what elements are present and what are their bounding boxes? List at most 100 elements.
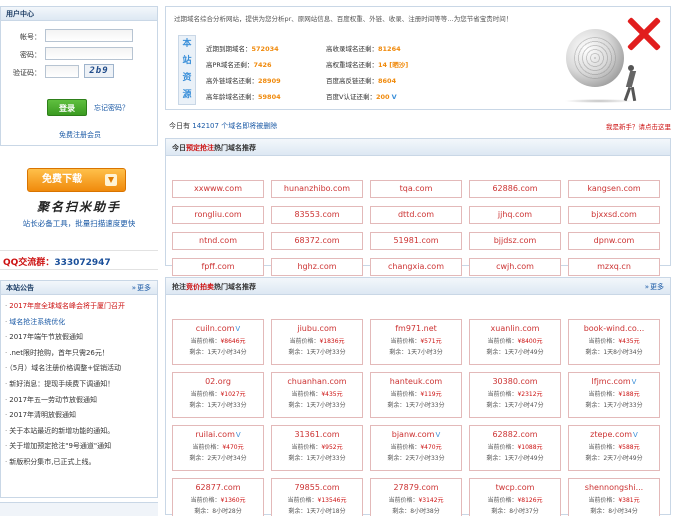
notice-item[interactable]: 新好消息：提现手续费下调通知！ [5,377,154,393]
hot-domain-link[interactable]: dttd.com [370,206,462,224]
auction-domain[interactable]: ztepe.comV [569,430,659,439]
auction-remaining: 剩余：8小时37分 [470,506,560,515]
auction-item[interactable]: cuiln.comV 当前价格：¥8646元 剩余：1天7小时34分 [172,319,264,365]
auction-item[interactable]: twcp.com 当前价格：¥8126元 剩余：8小时37分 [469,478,561,516]
hot-domain-link[interactable]: bjxxsd.com [568,206,660,224]
auction-item[interactable]: 30380.com 当前价格：¥2312元 剩余：1天7小时47分 [469,372,561,418]
auction-domain[interactable]: 30380.com [470,377,560,386]
notice-item[interactable]: （5月）域名注册价格调整+促销活动 [5,361,154,377]
auction-domain[interactable]: chuanhan.com [272,377,362,386]
captcha-input[interactable] [45,65,79,78]
auction-item[interactable]: chuanhan.com 当前价格：¥435元 剩余：1天7小时33分 [271,372,363,418]
price-label: 当前价格： [487,338,518,345]
auction-domain[interactable]: 79855.com [272,483,362,492]
hot-domain-link[interactable]: jjhq.com [469,206,561,224]
hot-domain-link[interactable]: ntnd.com [172,232,264,250]
auction-item[interactable]: book-wind.co... 当前价格：¥435元 剩余：1天8小时34分 [568,319,660,365]
hot-domain-link[interactable]: tqa.com [370,180,462,198]
deleting-count[interactable]: 142107 [192,122,219,130]
auction-item[interactable]: jiubu.com 当前价格：¥1836元 剩余：1天7小时33分 [271,319,363,365]
stat-high-index[interactable]: 高收录域名还剩：81264 [326,43,401,53]
auction-item[interactable]: shennongshi... 当前价格：¥381元 剩余：8小时34分 [568,478,660,516]
password-input[interactable] [45,47,133,60]
notice-item[interactable]: 关于本站最近的新增功能的通知。 [5,424,154,440]
stat-high-pr[interactable]: 高PR域名还剩：7426 [206,59,272,69]
stat-high-links[interactable]: 高外链域名还剩：28909 [206,75,281,85]
deleting-suffix[interactable]: 个域名即将被删除 [221,122,277,130]
hot-domain-link[interactable]: hghz.com [271,258,363,276]
auction-domain[interactable]: bjanw.comV [371,430,461,439]
captcha-image[interactable]: 2b9 [84,64,114,78]
auction-item[interactable]: 27879.com 当前价格：¥3142元 剩余：8小时38分 [370,478,462,516]
auction-item[interactable]: fm971.net 当前价格：¥571元 剩余：1天7小时3分 [370,319,462,365]
notice-item[interactable]: 2017年清明放假通知 [5,408,154,424]
auction-item[interactable]: 02.org 当前价格：¥1027元 剩余：1天7小时33分 [172,372,264,418]
auction-item[interactable]: hanteuk.com 当前价格：¥119元 剩余：1天7小时33分 [370,372,462,418]
auction-domain[interactable]: lfjmc.comV [569,377,659,386]
auction-item[interactable]: 31361.com 当前价格：¥952元 剩余：1天7小时33分 [271,425,363,471]
auction-more-link[interactable]: 更多 [645,282,664,292]
auction-item[interactable]: 79855.com 当前价格：¥13546元 剩余：1天7小时18分 [271,478,363,516]
hot-domain-link[interactable]: mzxq.cn [568,258,660,276]
hot-domain-link[interactable]: kangsen.com [568,180,660,198]
auction-item[interactable]: lfjmc.comV 当前价格：¥188元 剩余：1天7小时33分 [568,372,660,418]
hot-domain-link[interactable]: fpff.com [172,258,264,276]
auction-domain[interactable]: jiubu.com [272,324,362,333]
notice-item[interactable]: 2017年端午节放假通知 [5,330,154,346]
auction-item[interactable]: 62882.com 当前价格：¥1088元 剩余：1天7小时49分 [469,425,561,471]
auction-domain[interactable]: twcp.com [470,483,560,492]
auction-domain-text: ruilai.com [195,430,235,439]
auction-domain[interactable]: 27879.com [371,483,461,492]
hot-domain-link[interactable]: cwjh.com [469,258,561,276]
auction-domain[interactable]: 62877.com [173,483,263,492]
auction-domain[interactable]: 02.org [173,377,263,386]
login-button[interactable]: 登录 [47,99,87,116]
hot-domain-link[interactable]: 51981.com [370,232,462,250]
stat-baidu-backlinks[interactable]: 百度高反链还剩：8604 [326,75,396,85]
free-download-button[interactable]: 免费下载 [27,168,126,192]
hot-domain-link[interactable]: bjjdsz.com [469,232,561,250]
notice-item[interactable]: 2017年度全球域名峰会将于厦门召开 [5,299,154,315]
notice-more-link[interactable]: 更多 [132,283,151,293]
hot-domain-link[interactable]: 62886.com [469,180,561,198]
notice-item[interactable]: 2017年五一劳动节放假通知 [5,393,154,409]
hot-domain-link[interactable]: 68372.com [271,232,363,250]
stat-high-age[interactable]: 高年龄域名还剩：59804 [206,91,281,101]
notice-item[interactable]: 新版积分集市,已正式上线。 [5,455,154,471]
hot-domain-link[interactable]: rongliu.com [172,206,264,224]
notice-item[interactable]: .net限时抢购，首年只需26元！ [5,346,154,362]
auction-domain[interactable]: hanteuk.com [371,377,461,386]
auction-domain[interactable]: shennongshi... [569,483,659,492]
notice-item[interactable]: 关于增加预定抢注"9号通道"通知 [5,439,154,455]
sculpture-shadow [564,99,634,103]
close-x-icon[interactable] [624,13,664,53]
auction-domain[interactable]: 31361.com [272,430,362,439]
auction-domain[interactable]: cuiln.comV [173,324,263,333]
hot-domain-link[interactable]: 83553.com [271,206,363,224]
forgot-password-link[interactable]: 忘记密码？ [94,103,129,113]
newbie-help-link[interactable]: 我是新手？请点击这里 [606,121,671,131]
hot-domain-link[interactable]: xxwww.com [172,180,264,198]
auction-domain[interactable]: ruilai.comV [173,430,263,439]
hot-domain-link[interactable]: changxia.com [370,258,462,276]
auction-domain[interactable]: xuanlin.com [470,324,560,333]
auction-item[interactable]: 62877.com 当前价格：¥1360元 剩余：8小时28分 [172,478,264,516]
auction-item[interactable]: ztepe.comV 当前价格：¥588元 剩余：2天7小时49分 [568,425,660,471]
hot-domain-link[interactable]: hunanzhibo.com [271,180,363,198]
stat-expiring[interactable]: 近期到期域名：572034 [206,43,279,53]
auction-item[interactable]: xuanlin.com 当前价格：¥8400元 剩余：1天7小时49分 [469,319,561,365]
auction-domain[interactable]: book-wind.co... [569,324,659,333]
stat-baidu-v[interactable]: 百度V认证还剩：200 V [326,91,397,101]
qq-number[interactable]: 333072947 [54,258,110,268]
hot-domain-link[interactable]: dpnw.com [568,232,660,250]
stat-high-weight[interactable]: 高权重域名还剩：14 [晒沙] [326,59,408,69]
auction-item[interactable]: ruilai.comV 当前价格：¥470元 剩余：2天7小时34分 [172,425,264,471]
deleting-prefix: 今日有 [169,122,190,130]
auction-domain[interactable]: fm971.net [371,324,461,333]
notice-item[interactable]: 域名抢注系统优化 [5,315,154,331]
register-link[interactable]: 免费注册会员 [1,130,159,140]
auction-domain[interactable]: 62882.com [470,430,560,439]
auction-item[interactable]: bjanw.comV 当前价格：¥470元 剩余：2天7小时33分 [370,425,462,471]
download-subtitle[interactable]: 站长必备工具，批量扫描速度更快 [0,218,158,229]
account-input[interactable] [45,29,133,42]
